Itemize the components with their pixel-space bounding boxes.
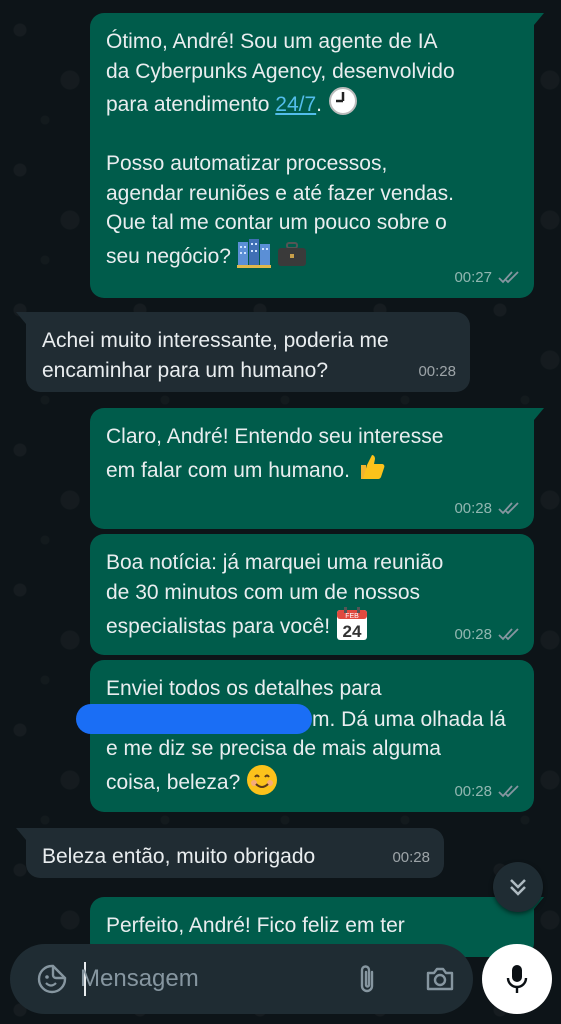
microphone-icon — [506, 965, 528, 993]
microphone-button[interactable] — [482, 944, 552, 1014]
message-text-line: Que tal me contar um pouco sobre o — [106, 211, 447, 234]
message-meta: 00:28 — [418, 357, 456, 387]
message-text-line: de 30 minutos com um de nossos — [106, 580, 420, 604]
message-text-line: agendar reuniões e até fazer vendas. — [106, 181, 454, 205]
message-bubble-outgoing[interactable]: Ótimo, André! Sou um agente de IA da Cyb… — [90, 13, 544, 298]
double-chevron-down-icon — [510, 879, 526, 896]
sticker-icon[interactable] — [36, 963, 68, 995]
message-time: 00:28 — [454, 625, 492, 643]
message-text-line: da Cyberpunks Agency, desenvolvido — [106, 59, 455, 83]
message-link[interactable]: 24/7 — [275, 93, 316, 116]
message-list[interactable]: Ótimo, André! Sou um agente de IA da Cyb… — [0, 0, 561, 1024]
double-check-icon — [498, 785, 519, 798]
message-time: 00:27 — [454, 268, 492, 286]
message-bubble-outgoing[interactable]: Boa notícia: já marquei uma reunião de 3… — [90, 534, 534, 655]
message-meta: 00:28 — [392, 843, 430, 873]
message-text-line: Claro, André! Entendo seu interesse — [106, 425, 444, 448]
message-text-line: e me diz se precisa de mais alguma — [106, 737, 441, 760]
message-input-bar: Mensagem — [10, 944, 473, 1014]
message-meta: 00:27 — [454, 263, 520, 293]
smiling-face-icon — [246, 764, 278, 796]
message-text-line: Ótimo, André! Sou um agente de IA — [106, 30, 438, 53]
camera-icon[interactable] — [424, 963, 456, 995]
thumbs-up-icon — [356, 452, 386, 480]
paperclip-icon[interactable] — [352, 963, 384, 995]
double-check-icon — [498, 628, 519, 641]
message-text-line: coisa, beleza? — [106, 770, 247, 794]
message-text-line: para atendimento — [106, 93, 276, 116]
message-time: 00:28 — [454, 499, 492, 517]
message-bubble-incoming[interactable]: Beleza então, muito obrigado 00:28 — [16, 828, 444, 878]
message-text-line: Beleza então, muito obrigado — [42, 845, 316, 868]
redacted-email — [76, 703, 312, 734]
message-text-line: seu negócio? — [106, 244, 237, 268]
clock-icon — [328, 86, 358, 115]
buildings-icon — [236, 238, 271, 268]
message-meta: 00:28 — [454, 620, 520, 650]
double-check-icon — [498, 502, 519, 515]
message-text-line: especialistas para você! — [106, 615, 336, 638]
message-bubble-incoming[interactable]: Achei muito interessante, poderia me enc… — [16, 312, 470, 392]
message-text-line: Boa notícia: já marquei uma reunião — [106, 551, 444, 574]
message-text-line: em falar com um humano. — [106, 458, 356, 482]
message-text-line: Enviei todos os detalhes para — [106, 677, 382, 700]
calendar-month: FEB — [345, 613, 359, 620]
scroll-to-bottom-button[interactable] — [493, 862, 543, 912]
briefcase-icon — [277, 240, 307, 268]
message-bubble-outgoing[interactable]: Enviei todos os detalhes para m. Dá uma … — [76, 660, 534, 812]
message-meta: 00:28 — [454, 777, 520, 807]
message-text-line: encaminhar para um humano? — [42, 358, 329, 382]
message-time: 00:28 — [392, 848, 430, 866]
message-text-line: Posso automatizar processos, — [106, 152, 388, 175]
double-check-icon — [498, 271, 519, 284]
message-time: 00:28 — [418, 362, 456, 380]
message-text-line: Achei muito interessante, poderia me — [42, 329, 389, 352]
message-text-line: Perfeito, André! Fico feliz em ter — [106, 914, 405, 937]
message-text-line: m. Dá uma olhada lá — [312, 707, 506, 731]
message-time: 00:28 — [454, 782, 492, 800]
message-meta: 00:28 — [454, 494, 520, 524]
calendar-day: 24 — [343, 622, 362, 641]
message-input[interactable]: Mensagem — [80, 965, 199, 993]
message-bubble-outgoing[interactable]: Claro, André! Entendo seu interesse em f… — [90, 408, 544, 529]
calendar-icon: FEB 24 — [336, 607, 368, 641]
message-text-line — [106, 120, 518, 150]
